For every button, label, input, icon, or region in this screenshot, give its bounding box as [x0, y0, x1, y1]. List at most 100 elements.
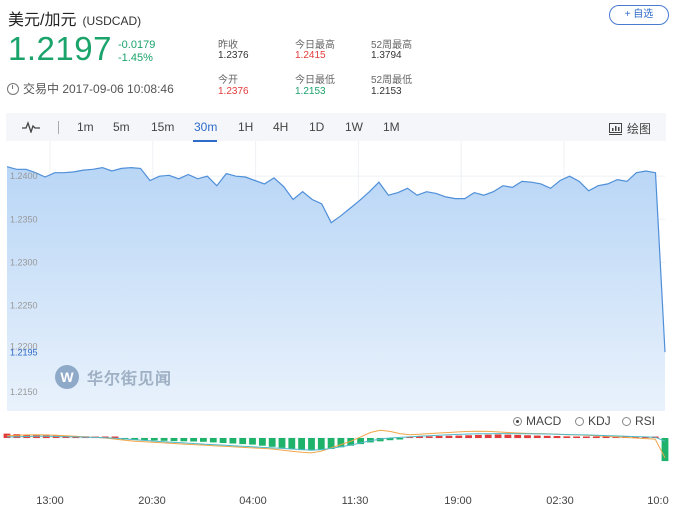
toolbar-divider [58, 121, 59, 134]
instrument-name: 美元/加元 [8, 12, 77, 29]
macd-bar [170, 438, 178, 442]
macd-bar [425, 436, 433, 438]
stat-value-52w-high: 1.3794 [371, 50, 402, 61]
watermark-text: 华尔街见闻 [87, 371, 173, 388]
macd-bar [288, 438, 296, 449]
stat-label-day-high: 今日最高 [295, 40, 335, 51]
stat-label-52w-high: 52周最高 [371, 40, 413, 51]
macd-chart[interactable] [0, 428, 688, 490]
macd-bar [435, 436, 443, 439]
macd-bar [455, 435, 463, 438]
period-15m[interactable]: 15m [151, 120, 174, 134]
x-tick-label: 10:0 [647, 495, 669, 507]
watermark: W 华尔街见闻 [55, 365, 172, 389]
period-1w[interactable]: 1W [345, 120, 363, 134]
indicator-macd-label: MACD [526, 414, 562, 428]
stat-value-prev-close: 1.2376 [218, 50, 249, 61]
y-tick-label: 1.2150 [10, 387, 38, 397]
macd-bar [563, 436, 571, 438]
period-5m[interactable]: 5m [113, 120, 130, 134]
macd-bar [514, 434, 522, 439]
chart-type-icon[interactable] [22, 121, 40, 133]
radio-icon [575, 416, 584, 426]
y-tick-label: 1.2195 [10, 348, 38, 358]
x-tick-label: 19:00 [444, 495, 472, 507]
indicator-rsi-label: RSI [635, 414, 656, 428]
macd-bar [484, 434, 492, 438]
add-to-watchlist-button[interactable]: + 自选 [609, 5, 669, 25]
current-price: 1.2197 [8, 30, 112, 67]
macd-bar [396, 438, 404, 440]
macd-bar [494, 434, 502, 438]
macd-bar [219, 438, 227, 443]
change-percent: -1.45% [118, 52, 153, 64]
period-1mo[interactable]: 1M [383, 120, 400, 134]
macd-bar [160, 438, 168, 441]
macd-bar [259, 438, 266, 446]
indicator-rsi[interactable]: RSI [622, 414, 655, 428]
radio-icon [622, 416, 631, 426]
macd-bar [504, 434, 512, 438]
x-tick-label: 20:30 [138, 495, 166, 507]
macd-bar [573, 436, 580, 438]
instrument-code: (USDCAD) [82, 14, 142, 28]
macd-bar [553, 436, 561, 439]
instrument-title: 美元/加元 (USDCAD) [8, 6, 141, 30]
macd-bar [308, 438, 315, 451]
price-change: -0.0179 -1.45% [118, 39, 155, 65]
chart-toolbar: 1m 5m 15m 30m 1H 4H 1D 1W 1M 绘图 [6, 113, 666, 142]
macd-bar [249, 438, 256, 445]
draw-tool-label: 绘图 [627, 122, 652, 136]
x-tick-label: 13:00 [36, 495, 64, 507]
change-value: -0.0179 [118, 39, 156, 51]
macd-bar [268, 438, 276, 447]
stat-value-day-high: 1.2415 [295, 50, 326, 61]
stat-value-52w-low: 1.2153 [371, 86, 402, 97]
macd-bar [592, 436, 600, 438]
macd-bar [209, 438, 217, 443]
macd-bar [533, 435, 541, 438]
macd-bar [317, 438, 325, 451]
draw-tool-button[interactable]: 绘图 [609, 120, 651, 137]
stat-label-open: 今开 [218, 75, 238, 86]
x-tick-label: 02:30 [546, 495, 574, 507]
macd-bar [190, 438, 197, 442]
macd-bar [141, 438, 148, 440]
indicator-kdj[interactable]: KDJ [575, 414, 611, 428]
stat-label-52w-low: 52周最低 [371, 75, 413, 86]
trading-status-text: 交易中 2017-09-06 10:08:46 [23, 82, 174, 96]
indicator-kdj-label: KDJ [588, 414, 611, 428]
stat-value-day-low: 1.2153 [295, 86, 326, 97]
watermark-logo-icon: W [55, 365, 79, 389]
macd-bar [278, 438, 286, 448]
y-tick-label: 1.2350 [10, 214, 38, 224]
macd-bar [583, 436, 590, 438]
y-tick-label: 1.2250 [10, 301, 38, 311]
macd-bar [229, 438, 237, 444]
macd-bar [150, 438, 158, 441]
period-30m[interactable]: 30m [194, 120, 217, 134]
clock-icon [7, 82, 19, 95]
x-tick-label: 04:00 [239, 495, 267, 507]
macd-bar [445, 435, 453, 438]
period-1m[interactable]: 1m [77, 120, 94, 134]
macd-bar [543, 435, 551, 438]
stat-label-prev-close: 昨收 [218, 40, 238, 51]
y-tick-label: 1.2400 [10, 171, 38, 181]
macd-bar [180, 438, 188, 442]
macd-bar [298, 438, 305, 451]
trading-status: 交易中 2017-09-06 10:08:46 [7, 80, 174, 97]
macd-bar [239, 438, 247, 445]
period-1d[interactable]: 1D [309, 120, 324, 134]
macd-dea-line [6, 433, 666, 451]
indicator-macd[interactable]: MACD [513, 414, 561, 428]
macd-bar [465, 435, 472, 439]
period-4h[interactable]: 4H [273, 120, 288, 134]
x-tick-label: 11:30 [341, 495, 369, 507]
draw-icon [609, 122, 622, 135]
stat-label-day-low: 今日最低 [295, 75, 335, 86]
radio-selected-icon [513, 416, 522, 426]
macd-bar [524, 435, 531, 439]
stat-value-open: 1.2376 [218, 86, 249, 97]
period-1h[interactable]: 1H [238, 120, 253, 134]
